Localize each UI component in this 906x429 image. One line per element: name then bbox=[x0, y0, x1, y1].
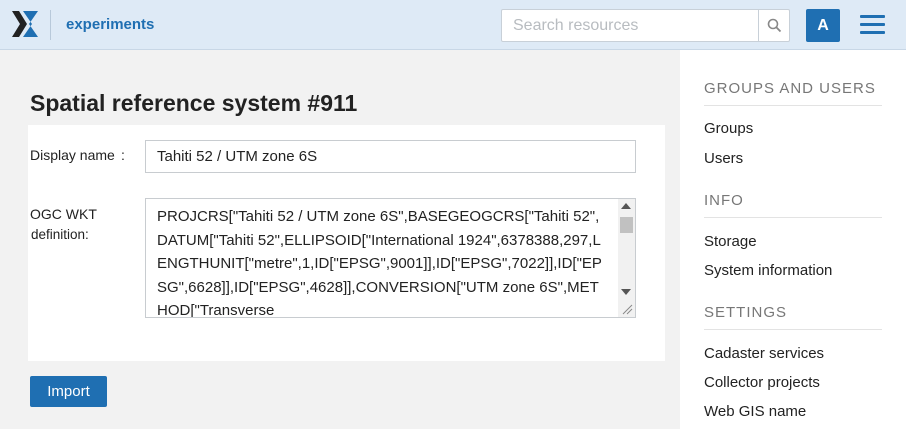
sidebar-item-collector-projects[interactable]: Collector projects bbox=[704, 374, 820, 391]
page-title: Spatial reference system #911 bbox=[30, 90, 358, 116]
sidebar-section-groups-and-users: GROUPS AND USERS bbox=[704, 80, 876, 97]
sidebar-item-storage[interactable]: Storage bbox=[704, 233, 757, 250]
wkt-label-line1: OGC WKT bbox=[30, 206, 97, 222]
sidebar-item-users[interactable]: Users bbox=[704, 150, 743, 167]
avatar[interactable]: A bbox=[806, 9, 840, 42]
wkt-label-line2: definition: bbox=[31, 227, 89, 242]
sidebar-divider bbox=[704, 329, 882, 330]
display-name-input[interactable] bbox=[145, 140, 636, 173]
textarea-scrollbar[interactable] bbox=[618, 199, 635, 317]
sidebar: GROUPS AND USERS Groups Users INFO Stora… bbox=[680, 50, 906, 429]
scroll-down-icon[interactable] bbox=[621, 289, 631, 295]
app-title[interactable]: experiments bbox=[66, 16, 154, 33]
sidebar-divider bbox=[704, 217, 882, 218]
resize-grip-icon[interactable] bbox=[621, 303, 633, 315]
scroll-thumb[interactable] bbox=[620, 217, 633, 233]
import-button[interactable]: Import bbox=[30, 376, 107, 407]
wkt-definition-textarea[interactable]: PROJCRS["Tahiti 52 / UTM zone 6S",BASEGE… bbox=[145, 198, 636, 318]
sidebar-item-groups[interactable]: Groups bbox=[704, 120, 753, 137]
sidebar-section-settings: SETTINGS bbox=[704, 304, 788, 321]
sidebar-item-web-gis-name[interactable]: Web GIS name bbox=[704, 403, 806, 420]
scroll-up-icon[interactable] bbox=[621, 203, 631, 209]
sidebar-section-info: INFO bbox=[704, 192, 744, 209]
search-icon bbox=[767, 18, 781, 33]
x-logo-icon[interactable] bbox=[12, 11, 38, 37]
search-button[interactable] bbox=[758, 9, 790, 42]
search-input[interactable] bbox=[501, 9, 759, 42]
top-header: experiments A bbox=[0, 0, 906, 50]
form-panel-extension bbox=[28, 310, 153, 342]
sidebar-item-system-information[interactable]: System information bbox=[704, 262, 832, 279]
display-name-label: Display name bbox=[30, 147, 115, 163]
display-name-colon: : bbox=[121, 147, 125, 163]
hamburger-menu-icon[interactable] bbox=[860, 15, 885, 35]
main-content: Spatial reference system #911 Display na… bbox=[0, 50, 680, 429]
sidebar-item-cadaster-services[interactable]: Cadaster services bbox=[704, 345, 824, 362]
wkt-definition-text[interactable]: PROJCRS["Tahiti 52 / UTM zone 6S",BASEGE… bbox=[157, 205, 605, 317]
sidebar-divider bbox=[704, 105, 882, 106]
logo-divider bbox=[50, 10, 51, 40]
